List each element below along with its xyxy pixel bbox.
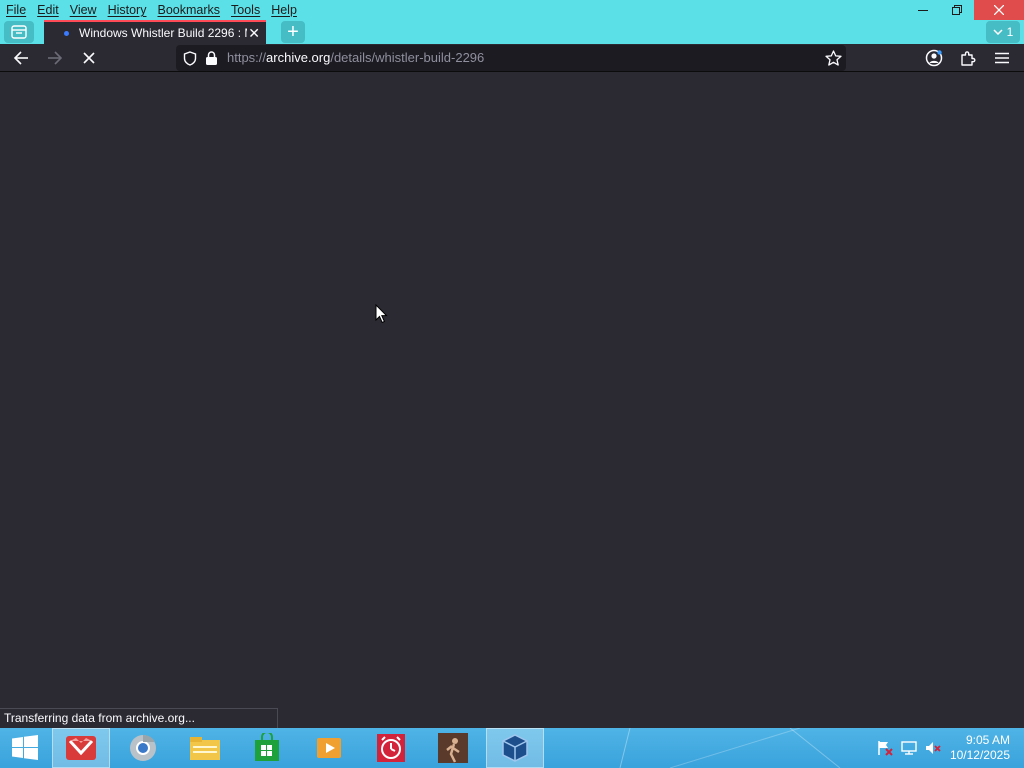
forward-button[interactable] xyxy=(42,46,68,70)
action-center-flag-icon[interactable] xyxy=(876,740,894,756)
account-icon xyxy=(925,49,943,67)
taskbar-vivaldi[interactable] xyxy=(52,728,110,768)
menu-tools[interactable]: Tools xyxy=(231,0,260,20)
chrome-icon xyxy=(130,734,156,761)
taskbar-media-player[interactable] xyxy=(300,728,358,768)
media-player-icon xyxy=(317,738,341,758)
network-icon[interactable] xyxy=(900,740,918,756)
new-tab-button[interactable]: + xyxy=(281,21,305,43)
bookmark-star-icon[interactable] xyxy=(825,50,842,66)
restore-icon xyxy=(952,5,962,15)
menu-help[interactable]: Help xyxy=(271,0,297,20)
taskbar: 9:05 AM 10/12/2025 xyxy=(0,728,1024,768)
window-controls xyxy=(906,0,1024,20)
forward-arrow-icon xyxy=(48,51,63,65)
tab-count: 1 xyxy=(1006,25,1014,39)
minimize-button[interactable] xyxy=(906,0,940,20)
stop-icon xyxy=(83,52,95,64)
folder-icon xyxy=(190,737,220,760)
taskbar-store[interactable] xyxy=(238,728,296,768)
extensions-button[interactable] xyxy=(955,46,981,70)
start-button[interactable] xyxy=(0,728,50,768)
close-window-button[interactable] xyxy=(974,0,1024,20)
tab-strip: Windows Whistler Build 2296 : M ✕ + 1 xyxy=(0,20,1024,44)
clock-time: 9:05 AM xyxy=(965,733,1010,747)
store-icon xyxy=(255,733,279,761)
clock-date: 10/12/2025 xyxy=(949,748,1010,762)
volume-muted-icon[interactable] xyxy=(924,740,942,756)
hamburger-menu-icon xyxy=(995,52,1009,64)
close-icon xyxy=(994,5,1004,15)
menu-history[interactable]: History xyxy=(108,0,147,20)
app-menu-button[interactable] xyxy=(989,46,1015,70)
tab-close-icon[interactable]: ✕ xyxy=(248,25,260,42)
taskbar-file-explorer[interactable] xyxy=(176,728,234,768)
plus-icon: + xyxy=(287,20,299,43)
alarm-clock-icon xyxy=(377,734,405,762)
taskbar-virtualbox[interactable] xyxy=(486,728,544,768)
shield-icon[interactable] xyxy=(183,51,197,66)
url-text[interactable]: https://archive.org/details/whistler-bui… xyxy=(227,45,484,71)
loading-dot-icon xyxy=(64,31,69,36)
url-host: archive.org xyxy=(266,50,331,65)
url-bar[interactable]: https://archive.org/details/whistler-bui… xyxy=(176,45,846,71)
menu-view[interactable]: View xyxy=(70,0,97,20)
taskbar-clock[interactable]: 9:05 AM 10/12/2025 xyxy=(950,733,1010,763)
taskbar-chrome[interactable] xyxy=(114,728,172,768)
url-scheme: https:// xyxy=(227,50,267,65)
minimize-icon xyxy=(918,10,928,11)
nav-toolbar: https://archive.org/details/whistler-bui… xyxy=(0,44,1024,72)
list-all-tabs-button[interactable]: 1 xyxy=(986,21,1020,43)
vivaldi-icon xyxy=(66,736,96,760)
page-content[interactable] xyxy=(0,72,1024,728)
status-panel: Transferring data from archive.org... xyxy=(0,708,278,728)
menu-bar: File Edit View History Bookmarks Tools H… xyxy=(0,0,308,20)
firefox-view-icon xyxy=(11,25,27,39)
system-tray: 9:05 AM 10/12/2025 xyxy=(864,728,1024,768)
restore-button[interactable] xyxy=(940,0,974,20)
chevron-down-icon xyxy=(993,29,1003,35)
lock-icon[interactable] xyxy=(205,51,218,66)
taskbar-alarms[interactable] xyxy=(362,728,420,768)
puzzle-piece-icon xyxy=(961,51,976,66)
taskbar-movie-maker[interactable] xyxy=(424,728,482,768)
movie-maker-icon xyxy=(438,733,468,763)
menu-edit[interactable]: Edit xyxy=(37,0,59,20)
menu-bookmarks[interactable]: Bookmarks xyxy=(157,0,220,20)
taskbar-decoration xyxy=(619,728,841,768)
stop-button[interactable] xyxy=(76,46,102,70)
virtualbox-icon xyxy=(502,734,528,762)
mouse-cursor-icon xyxy=(375,304,388,324)
menu-file[interactable]: File xyxy=(6,0,26,20)
back-arrow-icon xyxy=(13,51,28,65)
tab-active[interactable]: Windows Whistler Build 2296 : M ✕ xyxy=(44,20,266,44)
firefox-view-button[interactable] xyxy=(4,21,34,43)
windows-logo-icon xyxy=(12,735,38,760)
title-bar: File Edit View History Bookmarks Tools H… xyxy=(0,0,1024,20)
account-button[interactable] xyxy=(921,46,947,70)
url-path: /details/whistler-build-2296 xyxy=(330,50,485,65)
tab-title: Windows Whistler Build 2296 : M xyxy=(79,26,247,40)
back-button[interactable] xyxy=(8,46,34,70)
